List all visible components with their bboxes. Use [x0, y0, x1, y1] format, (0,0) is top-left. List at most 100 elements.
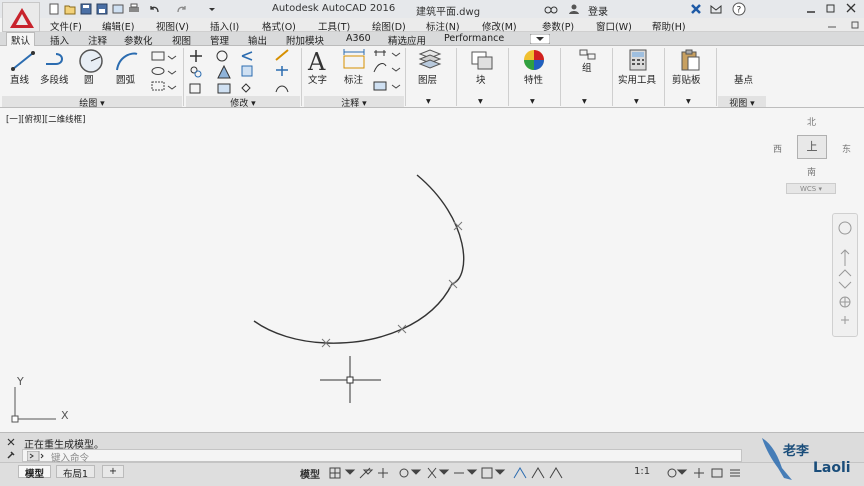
clipboard-label[interactable]: 剪贴板	[672, 72, 701, 86]
menu-format[interactable]: 格式(O)	[262, 19, 296, 33]
polyline-label[interactable]: 多段线	[40, 72, 69, 86]
properties-icon[interactable]	[520, 48, 548, 72]
tab-annotate[interactable]: 注释	[88, 33, 107, 47]
menu-draw[interactable]: 绘图(D)	[372, 19, 406, 33]
menu-dimension[interactable]: 标注(N)	[426, 19, 460, 33]
close-command-line-icon[interactable]	[6, 437, 16, 447]
menu-parametric[interactable]: 参数(P)	[542, 19, 574, 33]
line-icon[interactable]	[10, 50, 36, 72]
print-icon[interactable]	[128, 3, 140, 15]
user-icon[interactable]	[568, 3, 580, 15]
dimension-icon[interactable]	[340, 48, 368, 72]
workspace-tools-icons[interactable]	[664, 466, 760, 480]
annotation-small-tools-icon[interactable]	[372, 48, 402, 92]
menu-edit[interactable]: 编辑(E)	[102, 19, 134, 33]
tab-model[interactable]: 模型	[18, 465, 52, 480]
tab-add-layout[interactable]: +	[102, 465, 124, 478]
wcs-menu[interactable]: WCS ▾	[786, 183, 836, 194]
viewcube-top-face[interactable]: 上	[797, 135, 827, 159]
block-icon[interactable]	[468, 48, 496, 72]
utilities-label[interactable]: 实用工具	[618, 72, 656, 86]
login-label[interactable]: 登录	[588, 3, 608, 18]
menu-file[interactable]: 文件(F)	[50, 19, 82, 33]
circle-label[interactable]: 圆	[84, 72, 94, 86]
open-web-icon[interactable]	[112, 3, 124, 15]
layers-icon[interactable]	[416, 48, 444, 72]
tab-a360[interactable]: A360	[346, 33, 371, 44]
save-as-icon[interactable]	[96, 3, 108, 15]
properties-label[interactable]: 特性	[524, 72, 543, 86]
model-space-button[interactable]: 模型	[300, 466, 320, 481]
draw-panel-title[interactable]: 绘图 ▾	[2, 96, 182, 109]
tab-view[interactable]: 视图	[172, 33, 191, 47]
base-point-label[interactable]: 基点	[734, 72, 753, 86]
modify-panel-title[interactable]: 修改 ▾	[186, 96, 300, 109]
clipboard-icon[interactable]	[678, 48, 702, 72]
customize-toolbar-icon[interactable]	[206, 3, 218, 15]
minimize-icon[interactable]	[806, 4, 816, 14]
tab-insert[interactable]: 插入	[50, 33, 69, 47]
grip-markers[interactable]	[321, 221, 463, 348]
menu-insert[interactable]: 插入(I)	[210, 19, 239, 33]
text-icon[interactable]: A	[306, 48, 330, 72]
annotation-panel-title[interactable]: 注释 ▾	[304, 96, 404, 109]
viewcube-south[interactable]: 南	[807, 165, 816, 178]
tab-addins[interactable]: 附加模块	[286, 33, 324, 47]
restore-icon[interactable]	[826, 3, 836, 13]
menu-modify[interactable]: 修改(M)	[482, 19, 517, 33]
ribbon-minimize-icon[interactable]	[530, 34, 550, 44]
viewcube-west[interactable]: 西	[773, 142, 782, 155]
viewcube-north[interactable]: 北	[807, 115, 816, 128]
close-icon[interactable]	[846, 3, 856, 13]
layers-expand-icon[interactable]: ▾	[426, 96, 431, 107]
command-input[interactable]: 键入命令	[22, 449, 742, 464]
stay-connected-icon[interactable]	[710, 3, 722, 15]
tab-output[interactable]: 输出	[248, 33, 267, 47]
undo-icon[interactable]	[148, 3, 160, 15]
drafting-aids-icons[interactable]	[328, 466, 608, 480]
draw-small-tools-icon[interactable]	[150, 50, 180, 94]
open-file-icon[interactable]	[64, 3, 76, 15]
menu-view[interactable]: 视图(V)	[156, 19, 189, 33]
exchange-apps-icon[interactable]	[690, 3, 702, 15]
binoculars-icon[interactable]	[544, 3, 558, 15]
menu-window[interactable]: 窗口(W)	[596, 19, 632, 33]
clipboard-expand-icon[interactable]: ▾	[686, 96, 691, 107]
utilities-expand-icon[interactable]: ▾	[634, 96, 639, 107]
tab-default[interactable]: 默认	[6, 32, 36, 47]
navigation-tools-icon[interactable]	[837, 220, 853, 332]
block-expand-icon[interactable]: ▾	[478, 96, 483, 107]
dimension-label[interactable]: 标注	[344, 72, 363, 86]
menu-window-controls[interactable]	[820, 20, 864, 30]
save-icon[interactable]	[80, 3, 92, 15]
circle-icon[interactable]	[78, 48, 104, 74]
tab-performance[interactable]: Performance	[444, 33, 504, 44]
block-label[interactable]: 块	[476, 72, 486, 86]
menu-tools[interactable]: 工具(T)	[318, 19, 350, 33]
menu-help[interactable]: 帮助(H)	[652, 19, 686, 33]
group-label[interactable]: 组	[582, 60, 592, 74]
annotation-scale[interactable]: 1:1	[634, 466, 650, 477]
arc-label[interactable]: 圆弧	[116, 72, 135, 86]
polyline-icon[interactable]	[44, 50, 70, 72]
viewcube-east[interactable]: 东	[842, 142, 851, 155]
view-panel-title[interactable]: 视图 ▾	[718, 96, 766, 109]
viewcube[interactable]: 北 西 东 上 南 WCS ▾	[770, 112, 860, 202]
drawing-canvas[interactable]: Y X	[0, 109, 864, 431]
line-label[interactable]: 直线	[10, 72, 29, 86]
arc-icon[interactable]	[114, 50, 140, 72]
tab-featured-apps[interactable]: 精选应用	[388, 33, 426, 47]
customize-command-icon[interactable]	[6, 450, 16, 460]
utilities-icon[interactable]	[626, 48, 650, 72]
layers-label[interactable]: 图层	[418, 72, 437, 86]
arc-entity[interactable]	[253, 174, 465, 344]
new-file-icon[interactable]	[48, 3, 60, 15]
application-menu-button[interactable]	[2, 2, 40, 32]
tab-manage[interactable]: 管理	[210, 33, 229, 47]
tab-parametric[interactable]: 参数化	[124, 33, 153, 47]
redo-icon[interactable]	[176, 3, 188, 15]
tab-layout1[interactable]: 布局1	[56, 465, 96, 480]
help-icon[interactable]: ?	[732, 2, 746, 16]
command-prompt-icon[interactable]	[27, 451, 45, 461]
properties-expand-icon[interactable]: ▾	[530, 96, 535, 107]
